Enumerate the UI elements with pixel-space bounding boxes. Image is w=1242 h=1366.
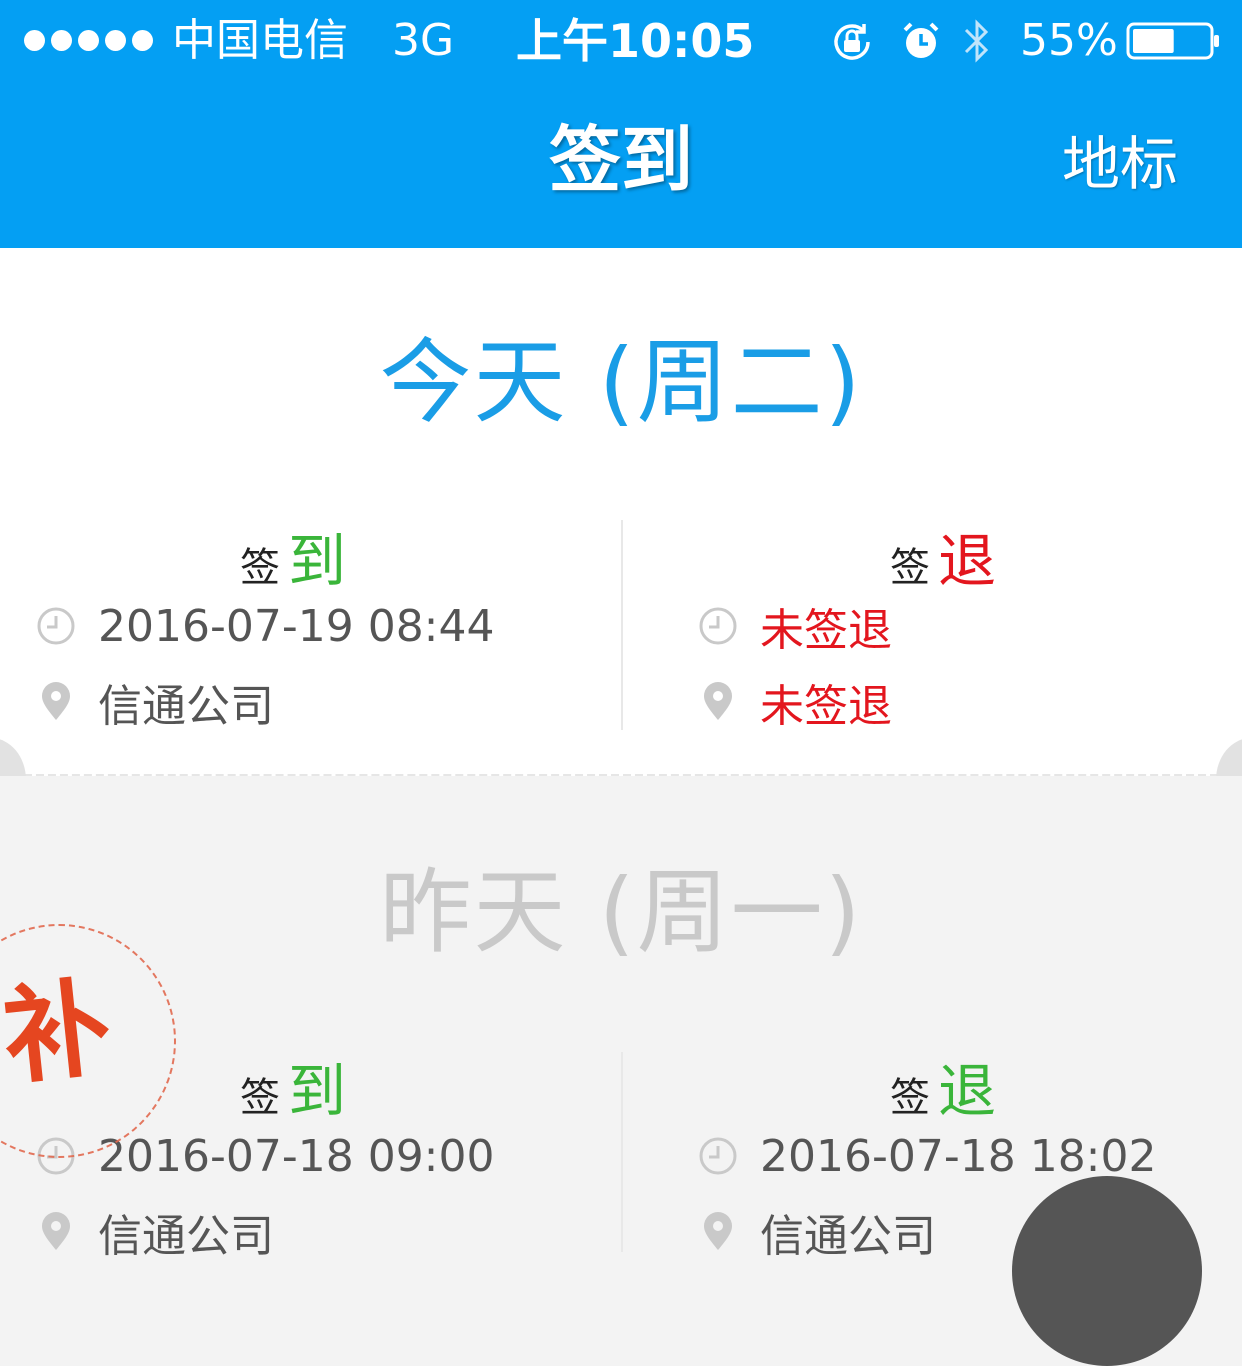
day-title: 今天 (周二) — [379, 329, 863, 436]
checkout-header-prefix: 签 — [890, 545, 930, 591]
checkin-header-main: 到 — [288, 1057, 347, 1125]
signal-strength-icon — [24, 30, 153, 51]
checkout-header: 签退 — [890, 1044, 996, 1128]
checkout-header: 签退 — [890, 514, 996, 598]
bluetooth-icon — [964, 19, 989, 63]
makeup-stamp-text: 补 — [0, 963, 117, 1100]
column-divider — [621, 1052, 623, 1252]
checkin-place: 信通公司 — [98, 681, 274, 732]
checkout-time-row: 未签退 — [698, 596, 892, 656]
rotation-lock-icon — [834, 24, 870, 60]
landmark-button[interactable]: 地标 — [1062, 126, 1178, 202]
floating-action-button[interactable] — [1012, 1176, 1202, 1366]
column-divider — [621, 520, 623, 730]
location-pin-icon — [42, 1212, 70, 1250]
day-card-today: 今天 (周二) 签到 2016-07-19 08:44 信通公司 签退 未签退 … — [0, 248, 1242, 776]
checkin-time-row: 2016-07-19 08:44 — [36, 596, 495, 656]
checkin-header-prefix: 签 — [240, 545, 280, 591]
checkin-header-main: 到 — [288, 527, 347, 595]
checkin-place-row: 信通公司 — [36, 672, 274, 732]
status-bar: 中国电信 3G 上午10:05 55% — [0, 0, 1242, 82]
location-pin-icon — [704, 682, 732, 720]
day-card-yesterday: 昨天 (周一) 签到 2016-07-18 09:00 信通公司 签退 2016… — [0, 776, 1242, 1262]
network-type: 3G — [392, 15, 455, 66]
location-pin-icon — [42, 682, 70, 720]
carrier-name: 中国电信 — [172, 15, 348, 66]
battery-percentage: 55% — [1020, 15, 1118, 66]
battery-icon — [1126, 22, 1219, 60]
checkout-place: 信通公司 — [760, 1211, 936, 1262]
checkout-place-row: 信通公司 — [698, 1202, 936, 1262]
checkin-header: 签到 — [240, 1044, 346, 1128]
checkin-time: 2016-07-19 08:44 — [98, 600, 495, 652]
clock-icon — [699, 607, 737, 645]
page-title: 签到 — [548, 118, 693, 202]
app-header: 中国电信 3G 上午10:05 55% 签到 地标 — [0, 0, 1242, 248]
checkout-time: 未签退 — [760, 605, 892, 656]
checkout-header-prefix: 签 — [890, 1075, 930, 1121]
clock-icon — [699, 1137, 737, 1175]
checkout-time: 2016-07-18 18:02 — [760, 1130, 1157, 1182]
checkin-place-row: 信通公司 — [36, 1202, 274, 1262]
checkout-header-main: 退 — [938, 1057, 997, 1125]
status-time: 上午10:05 — [516, 14, 755, 68]
checkout-header-main: 退 — [938, 527, 997, 595]
day-title: 昨天 (周一) — [379, 859, 863, 966]
checkin-time: 2016-07-18 09:00 — [98, 1130, 495, 1182]
clock-icon — [37, 607, 75, 645]
location-pin-icon — [704, 1212, 732, 1250]
checkin-header-prefix: 签 — [240, 1075, 280, 1121]
checkout-place-row: 未签退 — [698, 672, 892, 732]
checkout-place: 未签退 — [760, 681, 892, 732]
checkin-header: 签到 — [240, 514, 346, 598]
checkin-place: 信通公司 — [98, 1211, 274, 1262]
alarm-icon — [903, 22, 939, 58]
